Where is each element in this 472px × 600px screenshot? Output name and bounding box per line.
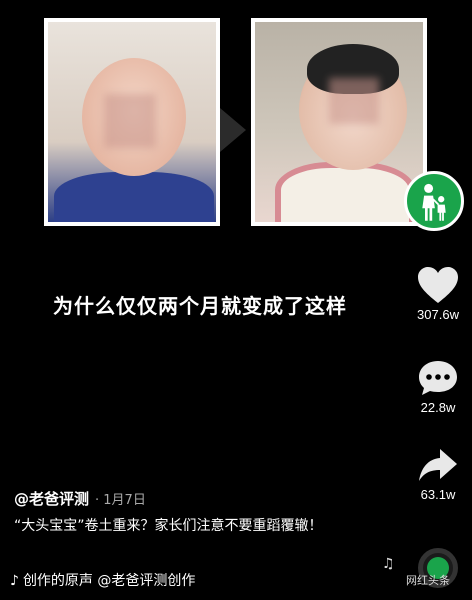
before-photo: [44, 18, 220, 226]
avatar[interactable]: [404, 171, 464, 231]
baby-clothes: [54, 172, 214, 222]
share-arrow-icon: [419, 449, 457, 481]
watermark: 网红头条: [406, 574, 450, 587]
music-note-icon: ♪: [10, 573, 19, 589]
post-date: · 1月7日: [95, 493, 146, 508]
comment-icon: [419, 361, 457, 395]
post-description: “大头宝宝”卷土重来？家长们注意不要重蹈覆辙！: [14, 518, 323, 534]
share-count: 63.1w: [420, 487, 456, 502]
blurred-face: [104, 94, 156, 148]
author-line: @老爸评测 · 1月7日: [14, 488, 146, 509]
comment-count: 22.8w: [420, 400, 456, 415]
heart-icon: [418, 267, 458, 303]
blurred-face: [329, 78, 379, 124]
comment-button[interactable]: 22.8w: [406, 358, 470, 415]
share-button[interactable]: 63.1w: [406, 445, 470, 502]
arrow-icon: [220, 108, 246, 152]
floating-notes-icon: ♫: [382, 556, 395, 572]
after-photo: [251, 18, 427, 226]
like-button[interactable]: 307.6w: [406, 265, 470, 322]
parent-child-icon: [422, 183, 446, 221]
music-title: 创作的原声 @老爸评测创作: [22, 573, 196, 589]
music-link[interactable]: ♪ 创作的原声 @老爸评测创作: [10, 570, 260, 590]
author-name[interactable]: @老爸评测: [14, 490, 89, 508]
like-count: 307.6w: [417, 307, 459, 322]
video-overlay-text: 为什么仅仅两个月就变成了这样: [53, 294, 347, 318]
baby-clothes: [275, 162, 415, 222]
